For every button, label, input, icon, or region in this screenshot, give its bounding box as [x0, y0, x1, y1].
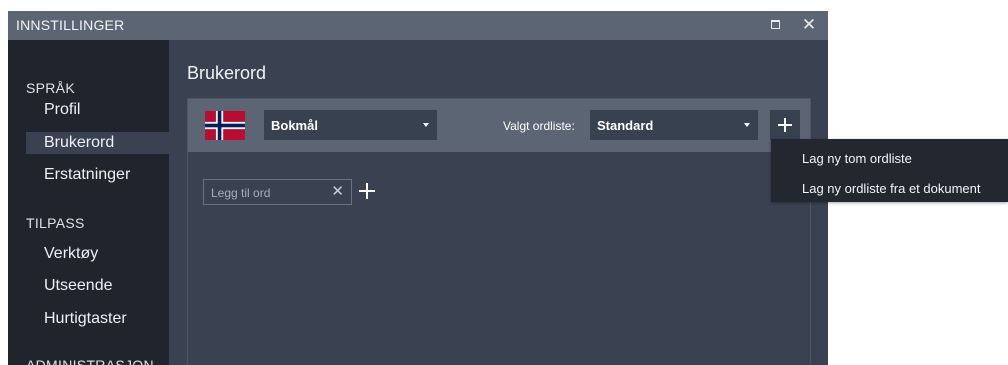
- sidebar: SPRÅK Profil Brukerord Erstatninger TILP…: [8, 40, 169, 365]
- chevron-down-icon: [744, 123, 750, 127]
- title-bar: INNSTILLINGER ✕: [8, 11, 828, 40]
- language-dropdown-value: Bokmål: [271, 118, 318, 133]
- add-wordlist-button[interactable]: [770, 110, 800, 140]
- sidebar-item-label: Erstatninger: [44, 166, 131, 183]
- window-title: INNSTILLINGER: [16, 17, 125, 33]
- wordlist-menu: Lag ny tom ordliste Lag ny ordliste fra …: [771, 139, 1008, 202]
- sidebar-item-label: Verktøy: [44, 245, 99, 262]
- sidebar-item-label: Hurtigtaster: [44, 310, 127, 327]
- page-title: Brukerord: [187, 63, 267, 83]
- clear-icon[interactable]: ✕: [331, 183, 344, 201]
- sidebar-section-tilpass: TILPASS: [26, 215, 85, 231]
- menu-item-label: Lag ny tom ordliste: [802, 151, 912, 166]
- menu-item-new-empty-list[interactable]: Lag ny tom ordliste: [771, 142, 1008, 172]
- user-words-panel: Bokmål Valgt ordliste: Standard ✕: [187, 98, 811, 365]
- sidebar-item-profil[interactable]: Profil: [26, 99, 169, 121]
- sidebar-item-verktoy[interactable]: Verktøy: [26, 243, 169, 265]
- norway-flag-icon: [205, 111, 245, 140]
- menu-item-label: Lag ny ordliste fra et dokument: [802, 181, 981, 196]
- menu-item-new-list-from-document[interactable]: Lag ny ordliste fra et dokument: [771, 172, 1008, 202]
- panel-header: Bokmål Valgt ordliste: Standard: [188, 99, 810, 152]
- sidebar-section-sprak: SPRÅK: [26, 80, 75, 96]
- add-word-input[interactable]: [204, 180, 333, 206]
- language-dropdown[interactable]: Bokmål: [264, 110, 437, 140]
- add-word-button[interactable]: [359, 183, 375, 199]
- wordlist-label: Valgt ordliste:: [503, 119, 575, 133]
- chevron-down-icon: [423, 123, 429, 127]
- close-icon[interactable]: ✕: [798, 14, 820, 36]
- sidebar-item-brukerord[interactable]: Brukerord: [26, 132, 169, 154]
- wordlist-dropdown-value: Standard: [597, 118, 654, 133]
- wordlist-dropdown[interactable]: Standard: [590, 110, 758, 140]
- sidebar-item-hurtigtaster[interactable]: Hurtigtaster: [26, 308, 169, 330]
- sidebar-item-label: Utseende: [44, 277, 113, 294]
- sidebar-item-label: Profil: [44, 101, 81, 118]
- sidebar-section-administrasjon: ADMINISTRASJON: [26, 357, 154, 365]
- add-word-field[interactable]: ✕: [203, 179, 352, 206]
- sidebar-item-erstatninger[interactable]: Erstatninger: [26, 164, 169, 186]
- settings-window: INNSTILLINGER ✕ SPRÅK Profil Brukerord E…: [8, 11, 828, 365]
- maximize-icon[interactable]: [764, 14, 786, 36]
- sidebar-item-utseende[interactable]: Utseende: [26, 275, 169, 297]
- sidebar-item-label: Brukerord: [44, 134, 115, 151]
